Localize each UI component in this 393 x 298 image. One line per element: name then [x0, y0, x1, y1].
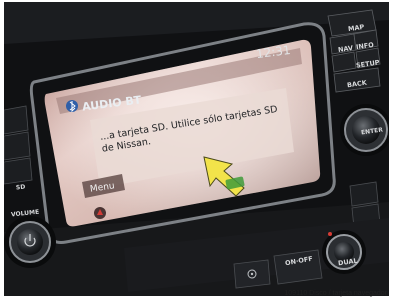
compass-icon	[94, 207, 106, 219]
bluetooth-icon	[66, 100, 78, 113]
car-head-unit-photo: 12:31 AUDIO BT ...a tarjeta SD. Utilice …	[4, 2, 389, 296]
dashboard-scene	[4, 2, 389, 296]
dual-knob[interactable]	[322, 230, 366, 274]
photo-caption: 109110 Disco / tarjeta navegador	[284, 290, 387, 297]
sd-label: SD	[15, 183, 26, 192]
volume-knob[interactable]	[4, 216, 56, 268]
